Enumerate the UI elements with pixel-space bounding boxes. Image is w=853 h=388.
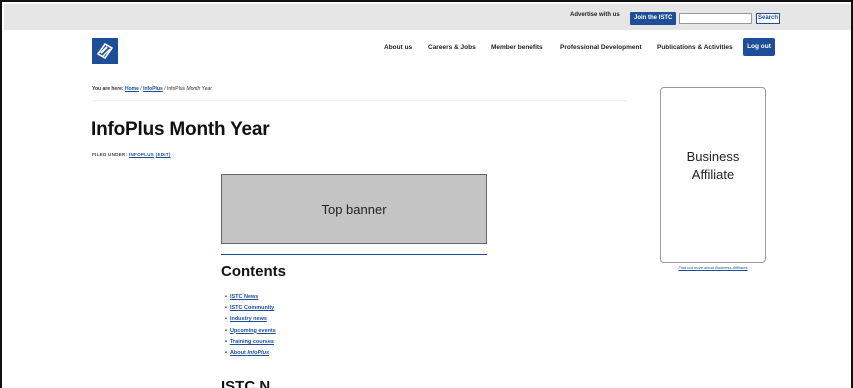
top-banner[interactable]: Top banner: [221, 174, 487, 244]
list-item: ISTC Community: [225, 303, 276, 314]
top-banner-label: Top banner: [321, 201, 387, 217]
logout-button[interactable]: Log out: [743, 38, 775, 56]
search-button[interactable]: Search: [756, 13, 780, 24]
breadcrumb-infoplus-link[interactable]: InfoPlus: [143, 86, 163, 92]
content-divider: [221, 254, 487, 255]
advertise-link[interactable]: Advertise with us: [570, 12, 620, 18]
nav-careers-jobs[interactable]: Careers & Jobs: [428, 44, 476, 51]
business-affiliate-ad[interactable]: Business Affiliate: [660, 87, 766, 263]
contents-list: ISTC News ISTC Community Industry news U…: [225, 292, 276, 359]
contents-heading: Contents: [221, 263, 286, 280]
toc-link-upcoming-events[interactable]: Upcoming events: [230, 328, 276, 334]
breadcrumb-divider: [92, 100, 627, 101]
istc-logo-icon: [92, 38, 118, 64]
nav-publications-activities[interactable]: Publications & Activities: [657, 44, 733, 51]
list-item: ISTC News: [225, 292, 276, 303]
breadcrumb: You are here: Home / InfoPlus / InfoPlus…: [92, 86, 212, 92]
breadcrumb-current: InfoPlus Month Year: [166, 86, 212, 92]
utility-bar: Advertise with us Join the ISTC Search: [4, 4, 851, 30]
list-item: Upcoming events: [225, 326, 276, 337]
join-button[interactable]: Join the ISTC: [630, 12, 677, 25]
breadcrumb-home-link[interactable]: Home: [125, 86, 139, 92]
list-item: Training courses: [225, 337, 276, 348]
nav-professional-development[interactable]: Professional Development: [560, 44, 642, 51]
istc-logo[interactable]: [92, 38, 118, 64]
toc-link-industry-news[interactable]: Industry news: [230, 316, 267, 322]
list-item: About InfoPlus: [225, 348, 276, 359]
toc-link-training-courses[interactable]: Training courses: [230, 339, 274, 345]
search-input[interactable]: [679, 13, 752, 24]
breadcrumb-prefix: You are here:: [92, 86, 124, 92]
edit-link[interactable]: (EDIT): [156, 152, 171, 157]
affiliate-label-line1: Business: [686, 149, 740, 164]
toc-link-about-infoplus[interactable]: About InfoPlus: [230, 350, 269, 356]
page-title: InfoPlus Month Year: [91, 119, 270, 140]
nav-about-us[interactable]: About us: [384, 44, 412, 51]
business-affiliates-link[interactable]: Find out more about Business Affiliates: [660, 265, 766, 270]
page-frame: Advertise with us Join the ISTC Search A…: [0, 0, 853, 388]
category-link[interactable]: INFOPLUS: [129, 152, 154, 157]
toc-link-istc-news[interactable]: ISTC News: [230, 294, 258, 300]
nav-member-benefits[interactable]: Member benefits: [491, 44, 543, 51]
list-item: Industry news: [225, 314, 276, 325]
affiliate-label-line2: Affiliate: [691, 167, 735, 182]
filed-under-prefix: FILED UNDER:: [92, 152, 128, 157]
toc-link-istc-community[interactable]: ISTC Community: [230, 305, 274, 311]
filed-under: FILED UNDER: INFOPLUS (EDIT): [92, 152, 171, 157]
section-heading-istc-news: ISTC N: [221, 378, 271, 388]
